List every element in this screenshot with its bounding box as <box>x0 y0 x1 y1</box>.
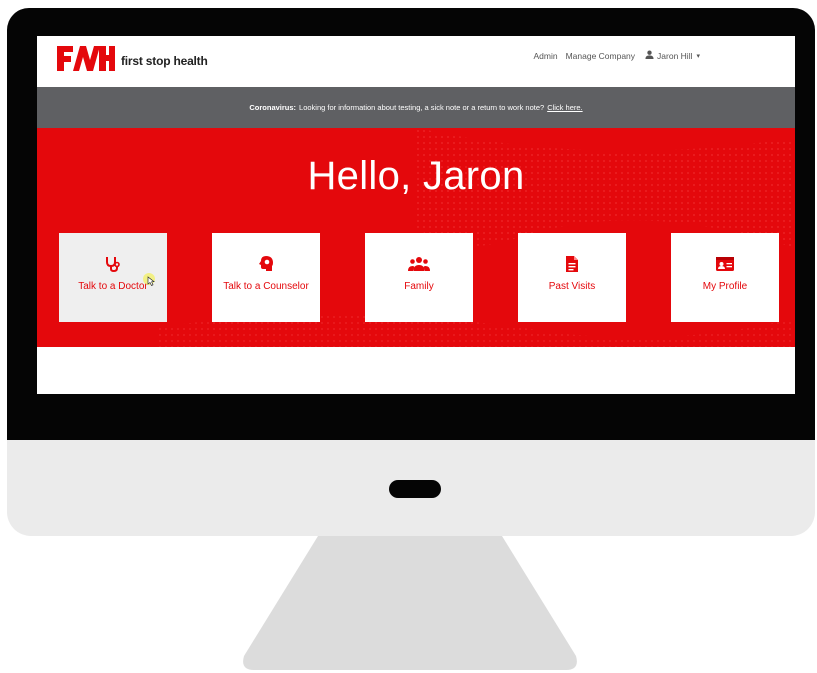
brain-head-icon <box>257 255 275 273</box>
card-label: Family <box>404 281 434 292</box>
user-menu-button[interactable]: Jaron Hill <box>657 51 692 61</box>
card-label: Talk to a Counselor <box>223 281 309 292</box>
nav-manage-company-link[interactable]: Manage Company <box>566 51 635 61</box>
greeting-title: Hello, Jaron <box>307 154 525 198</box>
card-my-profile[interactable]: My Profile <box>671 233 779 322</box>
coronavirus-banner: Coronavirus: Looking for information abo… <box>37 87 795 128</box>
document-icon <box>565 255 579 273</box>
banner-click-here-link[interactable]: Click here. <box>547 103 582 112</box>
users-icon <box>408 255 430 273</box>
top-navbar: first stop health Admin Manage Company J… <box>37 36 795 87</box>
id-card-icon <box>715 255 735 273</box>
card-talk-to-doctor[interactable]: Talk to a Doctor <box>59 233 167 322</box>
chevron-down-icon[interactable]: ▾ <box>696 52 700 60</box>
fsh-logo[interactable]: first stop health <box>55 43 208 73</box>
card-past-visits[interactable]: Past Visits <box>518 233 626 322</box>
action-cards: Talk to a Doctor Talk to a Counselor Fam… <box>59 233 779 323</box>
card-label: My Profile <box>702 281 748 292</box>
monitor-power-button <box>389 480 441 498</box>
logo-text: first stop health <box>121 54 208 68</box>
fsh-logo-mark-icon <box>57 46 115 71</box>
card-talk-to-counselor[interactable]: Talk to a Counselor <box>212 233 320 322</box>
nav-admin-link[interactable]: Admin <box>533 51 557 61</box>
mouse-pointer-icon <box>143 273 155 286</box>
app-screen: first stop health Admin Manage Company J… <box>37 36 795 394</box>
card-family[interactable]: Family <box>365 233 473 322</box>
user-icon <box>645 50 654 61</box>
card-label: Talk to a Doctor <box>78 281 148 292</box>
stethoscope-icon <box>104 255 122 273</box>
top-nav-links: Admin Manage Company Jaron Hill ▾ <box>525 50 700 61</box>
banner-text: Looking for information about testing, a… <box>299 103 545 112</box>
content-area <box>37 347 795 394</box>
banner-bold-label: Coronavirus: <box>249 103 297 112</box>
hero-section: Hello, Jaron Talk to a Doctor Talk to a … <box>37 128 795 347</box>
monitor-stand <box>243 536 577 670</box>
card-label: Past Visits <box>548 281 596 292</box>
